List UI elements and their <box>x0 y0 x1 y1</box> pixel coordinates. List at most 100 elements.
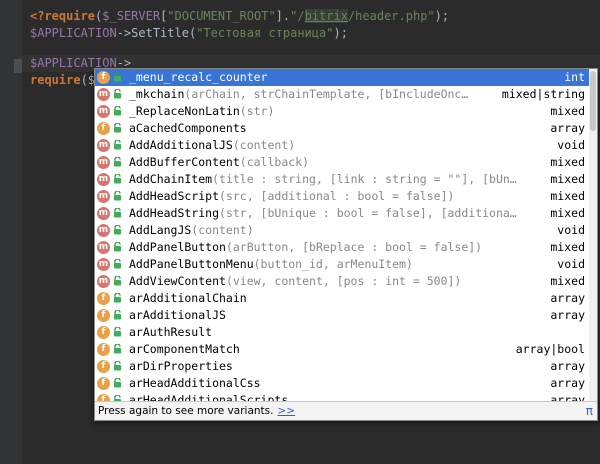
item-return-type: array <box>550 376 585 390</box>
public-lock-icon <box>114 327 121 337</box>
item-name-text: AddPanelButton <box>129 240 226 254</box>
php-open-tag: <? <box>30 9 45 23</box>
public-lock-icon <box>114 123 121 133</box>
code-line-2: $APPLICATION->SetTitle("Тестовая страниц… <box>30 25 348 42</box>
item-return-type: mixed|string <box>501 87 585 101</box>
item-return-type: int <box>558 69 585 86</box>
item-name-text: AddLangJS <box>129 223 192 237</box>
string-path: /header.php" <box>347 9 435 23</box>
completion-item-name: AddLangJS(content) <box>129 222 254 239</box>
completion-item[interactable]: f arHeadAdditionalScripts array <box>95 392 589 401</box>
method-icon: m <box>97 190 110 203</box>
completion-item[interactable]: f arComponentMatch array|bool <box>95 341 589 358</box>
public-lock-icon <box>114 276 121 286</box>
completion-item-name: AddViewContent(view, content, [pos : int… <box>129 273 461 290</box>
public-lock-icon <box>114 225 121 235</box>
completion-item[interactable]: m AddPanelButtonMenu(button_id, arMenuIte… <box>95 256 589 273</box>
scrollbar-thumb[interactable] <box>590 71 596 131</box>
item-name-text: AddViewContent <box>129 274 226 288</box>
field-icon: f <box>97 343 110 356</box>
item-name-text: AddHeadScript <box>129 189 220 203</box>
item-return-type: mixed <box>550 206 585 220</box>
completion-item[interactable]: m AddHeadString(str, [bUnique : bool = fa… <box>95 205 589 222</box>
public-lock-icon <box>114 174 121 184</box>
close-paren: ); <box>434 9 450 23</box>
item-return-type: mixed <box>550 189 585 203</box>
more-variants-link[interactable]: >> <box>277 405 295 417</box>
completion-item[interactable]: f arAdditionalJS array <box>95 307 589 324</box>
pi-icon[interactable]: π <box>586 402 593 420</box>
completion-list[interactable]: f _menu_recalc_counter int m _mkchain(arChai… <box>95 69 589 401</box>
completion-item[interactable]: m _ReplaceNonLatin(str) mixed <box>95 103 589 120</box>
completion-item[interactable]: m AddHeadScript(src, [additional : bool =… <box>95 188 589 205</box>
close-paren: ); <box>333 26 348 40</box>
variable-application: $APPLICATION <box>30 26 117 40</box>
completion-item[interactable]: m AddViewContent(view, content, [pos : in… <box>95 273 589 290</box>
fold-marker-icon[interactable] <box>14 59 22 73</box>
completion-scrollbar[interactable] <box>589 69 597 401</box>
item-return-type: array <box>550 291 585 305</box>
item-name-text: arHeadAdditionalScripts <box>129 393 289 401</box>
string-path-highlight[interactable]: bitrix <box>304 9 348 23</box>
completion-item[interactable]: f aCachedComponents array <box>95 120 589 137</box>
footer-hint: Press again to see more variants. <box>98 405 274 417</box>
completion-item[interactable]: f arAdditionalChain array <box>95 290 589 307</box>
completion-item[interactable]: m _mkchain(arChain, strChainTemplate, [bI… <box>95 86 589 103</box>
item-return-type: array|bool <box>515 342 585 356</box>
completion-item-name: _menu_recalc_counter <box>129 69 267 86</box>
item-name-text: arAdditionalJS <box>129 308 226 322</box>
completion-item-name: arAuthResult <box>129 324 212 341</box>
string-title: "Тестовая страница" <box>196 26 334 40</box>
completion-item[interactable]: m AddChainItem(title : string, [link : st… <box>95 171 589 188</box>
item-name-text: AddChainItem <box>129 172 213 186</box>
item-params: (view, content, [pos : int = 500]) <box>225 274 462 288</box>
item-name-text: arHeadAdditionalCss <box>129 376 261 390</box>
public-lock-icon <box>114 259 121 269</box>
item-return-type: void <box>557 257 585 271</box>
completion-item[interactable]: f _menu_recalc_counter int <box>95 69 589 86</box>
completion-item[interactable]: m AddBufferContent(callback) mixed <box>95 154 589 171</box>
public-lock-icon <box>114 72 121 82</box>
method-icon: m <box>97 207 110 220</box>
completion-item[interactable]: m AddAdditionalJS(content) void <box>95 137 589 154</box>
field-icon: f <box>97 309 110 322</box>
item-name-text: arAdditionalChain <box>129 291 247 305</box>
completion-item-name: AddPanelButton(arButton, [bReplace : boo… <box>129 239 482 256</box>
field-icon: f <box>97 122 110 135</box>
completion-item[interactable]: f arHeadAdditionalCss array <box>95 375 589 392</box>
public-lock-icon <box>114 208 121 218</box>
completion-footer: Press again to see more variants. >> π <box>95 401 597 420</box>
completion-item-name: _mkchain(arChain, strChainTemplate, [bIn… <box>129 86 468 103</box>
completion-item[interactable]: f arDirProperties array <box>95 358 589 375</box>
item-return-type: array <box>550 308 585 322</box>
completion-item-name: AddHeadString(str, [bUnique : bool = fal… <box>129 205 517 222</box>
completion-item-name: _ReplaceNonLatin(str) <box>129 103 274 120</box>
keyword-require: require <box>30 73 81 87</box>
field-icon: f <box>97 394 110 401</box>
public-lock-icon <box>114 242 121 252</box>
completion-item[interactable]: m AddLangJS(content) void <box>95 222 589 239</box>
item-name-text: AddPanelButtonMenu <box>129 257 254 271</box>
completion-item-name: aCachedComponents <box>129 120 247 137</box>
item-name-text: AddBufferContent <box>129 155 240 169</box>
completion-item-name: AddPanelButtonMenu(button_id, arMenuItem… <box>129 256 413 273</box>
method-call: ->SetTitle( <box>116 26 197 40</box>
item-params: (arChain, strChainTemplate, [bIncludeOnc… <box>184 87 469 101</box>
completion-item[interactable]: f arAuthResult <box>95 324 589 341</box>
completion-popup[interactable]: f _menu_recalc_counter int m _mkchain(arChai… <box>94 68 598 421</box>
field-icon: f <box>97 292 110 305</box>
item-return-type: mixed <box>550 155 585 169</box>
item-params: (content) <box>191 223 254 237</box>
public-lock-icon <box>114 361 121 371</box>
editor-gutter <box>0 0 22 464</box>
completion-item-name: AddHeadScript(src, [additional : bool = … <box>129 188 454 205</box>
field-icon: f <box>97 71 110 84</box>
completion-item-name: arHeadAdditionalCss <box>129 375 261 392</box>
item-name-text: arComponentMatch <box>129 342 240 356</box>
item-name-text: _ReplaceNonLatin <box>129 104 240 118</box>
item-return-type: mixed <box>550 172 585 186</box>
item-return-type: array <box>550 121 585 135</box>
public-lock-icon <box>114 191 121 201</box>
item-params: (button_id, arMenuItem) <box>253 257 413 271</box>
completion-item[interactable]: m AddPanelButton(arButton, [bReplace : bo… <box>95 239 589 256</box>
